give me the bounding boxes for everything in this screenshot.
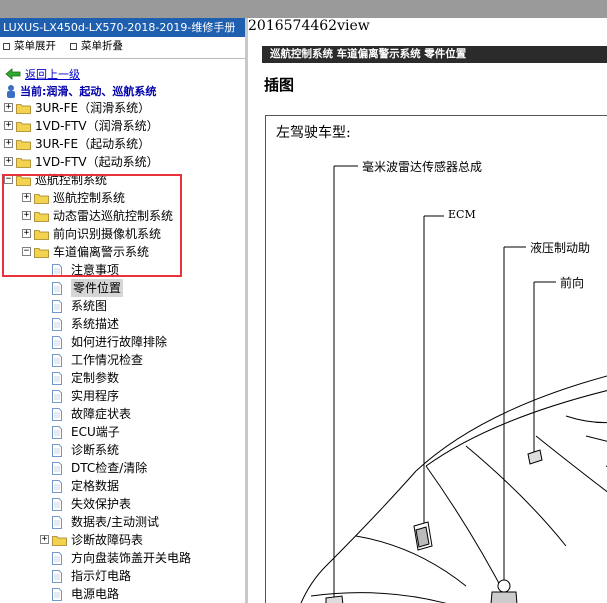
callout-label: 液压制动助 xyxy=(530,241,591,255)
tree-doc-item[interactable]: 系统描述 xyxy=(0,315,245,333)
document-icon xyxy=(52,426,62,439)
tree-doc-item[interactable]: 诊断系统 xyxy=(0,441,245,459)
document-icon xyxy=(52,390,62,403)
highlight-box xyxy=(2,174,182,277)
expand-icon[interactable]: + xyxy=(4,157,13,166)
tree-item-label[interactable]: 失效保护表 xyxy=(71,495,131,513)
app-top-bar xyxy=(0,0,607,18)
tree-item-label[interactable]: 1VD-FTV（润滑系统） xyxy=(35,117,159,135)
tree-item-label[interactable]: 诊断系统 xyxy=(71,441,119,459)
tree-doc-item[interactable]: 电源电路 xyxy=(0,585,245,603)
tree-item-label[interactable]: 实用程序 xyxy=(71,387,119,405)
document-icon xyxy=(52,570,62,583)
tree-item-label[interactable]: 电源电路 xyxy=(71,585,119,603)
document-icon xyxy=(52,516,62,529)
tree-item-label[interactable]: 定格数据 xyxy=(71,477,119,495)
callout-label: 毫米波雷达传感器总成 xyxy=(362,160,483,174)
callout-label: 前向 xyxy=(560,276,585,290)
tree-item-label[interactable]: 指示灯电路 xyxy=(71,567,131,585)
document-icon xyxy=(52,408,62,421)
tree-doc-item[interactable]: DTC检查/清除 xyxy=(0,459,245,477)
tree-doc-item[interactable]: 指示灯电路 xyxy=(0,567,245,585)
tree-folder-item[interactable]: +1VD-FTV（起动系统） xyxy=(0,153,245,171)
expand-icon[interactable]: + xyxy=(4,139,13,148)
folder-icon xyxy=(16,122,31,132)
tree-doc-item[interactable]: 故障症状表 xyxy=(0,405,245,423)
tree-item-label[interactable]: DTC检查/清除 xyxy=(71,459,147,477)
folder-icon xyxy=(16,104,31,114)
tree-folder-item[interactable]: +3UR-FE（润滑系统） xyxy=(0,99,245,117)
document-icon xyxy=(52,318,62,331)
back-link-row[interactable]: 返回上一级 xyxy=(0,65,245,82)
breadcrumb: 巡航控制系统 车道偏离警示系统 零件位置 xyxy=(262,46,607,63)
section-title: 插图 xyxy=(264,76,295,94)
window-title: LUXUS-LX450d-LX570-2018-2019-维修手册 xyxy=(0,18,245,37)
tree-doc-item[interactable]: 数据表/主动测试 xyxy=(0,513,245,531)
tree-item-label[interactable]: 如何进行故障排除 xyxy=(71,333,167,351)
document-icon xyxy=(52,282,62,295)
back-arrow-icon xyxy=(5,67,21,80)
document-icon xyxy=(52,354,62,367)
tree-doc-item[interactable]: 实用程序 xyxy=(0,387,245,405)
tree-item-label[interactable]: 数据表/主动测试 xyxy=(71,513,159,531)
tree-doc-item[interactable]: 定制参数 xyxy=(0,369,245,387)
tree-item-label[interactable]: 3UR-FE（润滑系统） xyxy=(35,99,150,117)
tree-item-label[interactable]: 1VD-FTV（起动系统） xyxy=(35,153,159,171)
person-icon xyxy=(7,84,15,98)
divider xyxy=(0,58,245,59)
document-pane: 2016574462view 巡航控制系统 车道偏离警示系统 零件位置 插图 左… xyxy=(248,18,607,603)
tree-doc-item[interactable]: 系统图 xyxy=(0,297,245,315)
square-icon xyxy=(70,42,77,50)
expand-menu-label: 菜单展开 xyxy=(14,40,56,52)
page-id: 2016574462view xyxy=(248,18,370,34)
folder-icon xyxy=(16,140,31,150)
tree-folder-item[interactable]: + 诊断故障码表 xyxy=(0,531,245,549)
callout-label: ECM xyxy=(448,208,476,221)
expand-icon[interactable]: + xyxy=(4,121,13,130)
tree-doc-item[interactable]: 定格数据 xyxy=(0,477,245,495)
current-location: 当前:润滑、起动、巡航系统 xyxy=(0,82,245,99)
tree-doc-item[interactable]: ECU端子 xyxy=(0,423,245,441)
tree-item-label[interactable]: 系统图 xyxy=(71,297,107,315)
tree-item-label[interactable]: 零件位置 xyxy=(71,279,124,297)
document-icon xyxy=(52,372,62,385)
tree-item-label[interactable]: 故障症状表 xyxy=(71,405,131,423)
tree-folder-item[interactable]: +1VD-FTV（润滑系统） xyxy=(0,117,245,135)
illustration: 左驾驶车型: 毫米波雷达传感器总成 ECM 液压制动助 前向 xyxy=(265,115,607,603)
document-icon xyxy=(52,498,62,511)
document-icon xyxy=(52,552,62,565)
tree-doc-item[interactable]: 如何进行故障排除 xyxy=(0,333,245,351)
document-icon xyxy=(52,480,62,493)
navigation-pane: LUXUS-LX450d-LX570-2018-2019-维修手册 菜单展开 菜… xyxy=(0,18,245,603)
document-icon xyxy=(52,588,62,601)
expand-menu-button[interactable]: 菜单展开 xyxy=(3,37,56,55)
tree-item-label[interactable]: 3UR-FE（起动系统） xyxy=(35,135,150,153)
menu-row: 菜单展开 菜单折叠 xyxy=(0,37,245,55)
tree-item-label[interactable]: 方向盘装饰盖开关电路 xyxy=(71,549,191,567)
tree-item-label[interactable]: 诊断故障码表 xyxy=(71,531,143,549)
collapse-menu-label: 菜单折叠 xyxy=(81,40,123,52)
tree-item-label[interactable]: 工作情况检查 xyxy=(71,351,143,369)
folder-icon xyxy=(16,158,31,168)
tree-folder-item[interactable]: +3UR-FE（起动系统） xyxy=(0,135,245,153)
tree-doc-item[interactable]: 方向盘装饰盖开关电路 xyxy=(0,549,245,567)
tree-doc-item[interactable]: 失效保护表 xyxy=(0,495,245,513)
tree-doc-item[interactable]: 零件位置 xyxy=(0,279,245,297)
document-icon xyxy=(52,444,62,457)
folder-icon xyxy=(52,536,67,546)
current-location-label: 当前:润滑、起动、巡航系统 xyxy=(20,84,157,98)
collapse-menu-button[interactable]: 菜单折叠 xyxy=(70,37,123,55)
expand-icon[interactable]: + xyxy=(40,535,49,544)
tree-item-label[interactable]: 定制参数 xyxy=(71,369,119,387)
car-illustration xyxy=(300,165,607,603)
back-link[interactable]: 返回上一级 xyxy=(25,66,80,82)
expand-icon[interactable]: + xyxy=(4,103,13,112)
tree-doc-item[interactable]: 工作情况检查 xyxy=(0,351,245,369)
document-icon xyxy=(52,336,62,349)
tree-item-label[interactable]: 系统描述 xyxy=(71,315,119,333)
tree-item-label[interactable]: ECU端子 xyxy=(71,423,120,441)
square-icon xyxy=(3,42,10,50)
document-icon xyxy=(52,300,62,313)
document-icon xyxy=(52,462,62,475)
